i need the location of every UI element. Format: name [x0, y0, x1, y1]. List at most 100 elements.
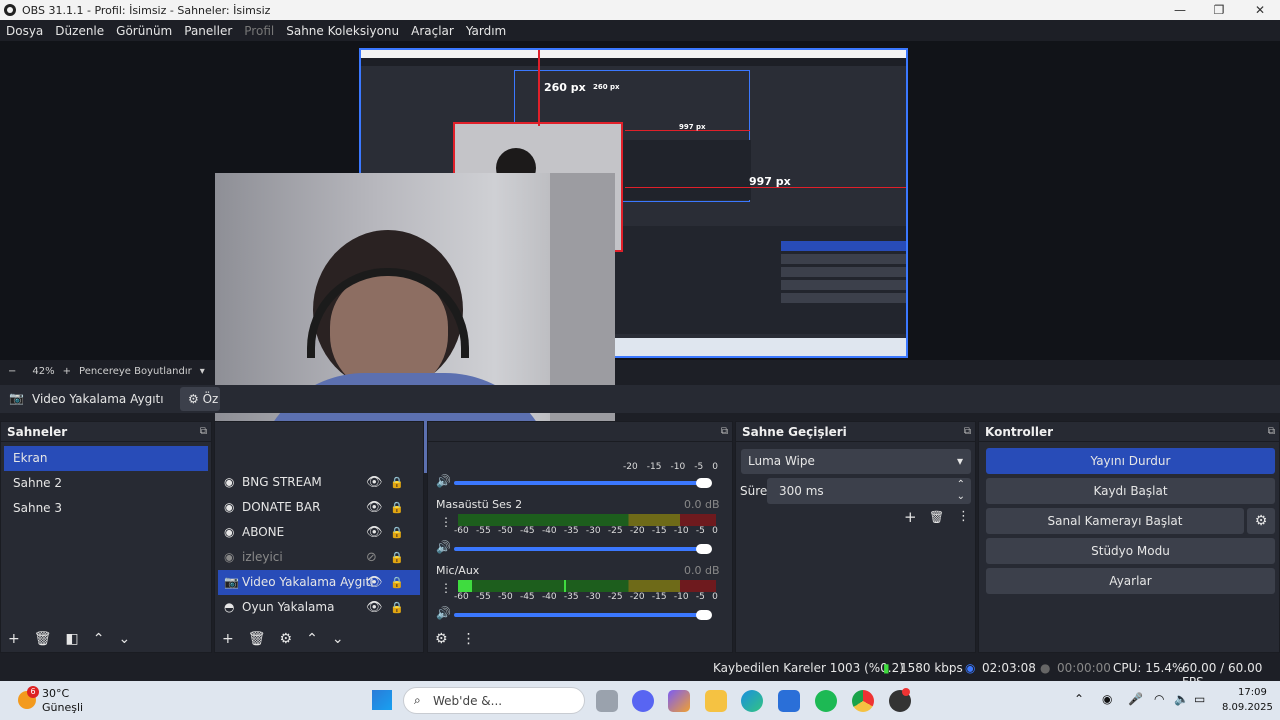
- move-down-button[interactable]: ⌄: [332, 631, 344, 647]
- mixer-title: ⧉: [428, 422, 732, 442]
- volume-icon[interactable]: 🔊: [436, 606, 451, 620]
- menu-file[interactable]: Dosya: [0, 24, 49, 38]
- chevron-up-icon[interactable]: ⌃: [1074, 692, 1084, 706]
- lock-icon[interactable]: 🔒: [390, 595, 404, 620]
- studio-mode-button[interactable]: Stüdyo Modu: [986, 538, 1275, 564]
- add-scene-button[interactable]: +: [8, 631, 20, 647]
- battery-icon[interactable]: ▭: [1194, 692, 1205, 706]
- volume-icon[interactable]: 🔊: [436, 540, 451, 554]
- slider-knob[interactable]: [696, 610, 712, 620]
- kebab-menu-icon[interactable]: ⋮: [440, 515, 452, 529]
- undock-icon[interactable]: ⧉: [200, 422, 207, 442]
- source-properties-button[interactable]: ⚙: [280, 631, 293, 647]
- source-item[interactable]: ◓ Oyun Yakalama 👁 🔒: [218, 595, 420, 620]
- maximize-button[interactable]: ❐: [1199, 0, 1239, 20]
- chrome-icon[interactable]: [852, 690, 874, 712]
- source-item[interactable]: ◉ DONATE BAR 👁 🔒: [218, 495, 420, 520]
- source-item[interactable]: ◉ ABONE 👁 🔒: [218, 520, 420, 545]
- move-up-button[interactable]: ⌃: [93, 631, 105, 647]
- discord-icon[interactable]: [632, 690, 654, 712]
- volume-slider[interactable]: [454, 544, 712, 554]
- scene-filters-button[interactable]: ◧: [66, 631, 79, 647]
- duration-input[interactable]: 300 ms ⌃ ⌄: [767, 478, 971, 504]
- scene-item[interactable]: Sahne 3: [4, 496, 208, 521]
- taskbar-search-box[interactable]: ⌕ Web'de &...: [403, 687, 585, 714]
- spotify-icon[interactable]: [815, 690, 837, 712]
- menu-scene-collection[interactable]: Sahne Koleksiyonu: [280, 24, 405, 38]
- transitions-dock: Sahne Geçişleri ⧉ Luma Wipe ▾ Süre 300 ms ⌃…: [735, 421, 976, 653]
- slider-knob[interactable]: [696, 478, 712, 488]
- weather-desc[interactable]: Güneşli: [42, 701, 83, 714]
- eye-icon[interactable]: 👁: [366, 570, 383, 595]
- lock-icon[interactable]: 🔒: [390, 470, 404, 495]
- start-virtual-camera-button[interactable]: Sanal Kamerayı Başlat: [986, 508, 1244, 534]
- wifi-icon[interactable]: ◠: [1154, 692, 1164, 706]
- slider-knob[interactable]: [696, 544, 712, 554]
- source-item[interactable]: ◉ BNG STREAM 👁 🔒: [218, 470, 420, 495]
- undock-icon[interactable]: ⧉: [964, 422, 971, 442]
- lock-icon[interactable]: 🔒: [390, 520, 404, 545]
- menu-help[interactable]: Yardım: [460, 24, 512, 38]
- copilot-icon[interactable]: [668, 690, 690, 712]
- weather-temp[interactable]: 30°C: [42, 687, 69, 700]
- eye-icon[interactable]: 👁: [366, 495, 383, 520]
- add-transition-button[interactable]: +: [904, 508, 917, 526]
- scene-item[interactable]: Ekran: [4, 446, 208, 471]
- start-recording-button[interactable]: Kaydı Başlat: [986, 478, 1275, 504]
- add-source-button[interactable]: +: [222, 631, 234, 647]
- eye-icon[interactable]: 👁: [366, 520, 383, 545]
- source-item[interactable]: 📷 Video Yakalama Aygıtı 👁 🔒: [218, 570, 420, 595]
- eye-hidden-icon[interactable]: ⊘: [366, 545, 377, 570]
- stop-streaming-button[interactable]: Yayını Durdur: [986, 448, 1275, 474]
- clock-time[interactable]: 17:09: [1238, 687, 1267, 698]
- scene-item[interactable]: Sahne 2: [4, 471, 208, 496]
- task-view-icon[interactable]: [596, 690, 618, 712]
- lock-icon[interactable]: 🔒: [390, 570, 404, 595]
- remove-source-button[interactable]: 🗑: [248, 631, 266, 647]
- advanced-audio-icon[interactable]: ⚙: [435, 631, 448, 647]
- menu-edit[interactable]: Düzenle: [49, 24, 110, 38]
- spin-down-icon[interactable]: ⌄: [957, 484, 965, 510]
- speaker-icon[interactable]: 🔈: [1174, 692, 1189, 706]
- menu-view[interactable]: Görünüm: [110, 24, 178, 38]
- remove-scene-button[interactable]: 🗑: [34, 631, 52, 647]
- kebab-menu-icon[interactable]: ⋮: [440, 581, 452, 595]
- lock-icon[interactable]: 🔒: [390, 545, 404, 570]
- windows-start-icon[interactable]: [372, 690, 392, 710]
- eye-icon[interactable]: 👁: [366, 595, 383, 620]
- properties-button[interactable]: ⚙ Öz: [180, 387, 220, 411]
- close-button[interactable]: ✕: [1240, 0, 1280, 20]
- move-down-button[interactable]: ⌄: [118, 631, 130, 647]
- edge-icon[interactable]: [741, 690, 763, 712]
- volume-slider[interactable]: [454, 610, 712, 620]
- microphone-icon[interactable]: 🎤: [1128, 692, 1143, 706]
- settings-button[interactable]: Ayarlar: [986, 568, 1275, 594]
- file-explorer-icon[interactable]: [705, 690, 727, 712]
- move-up-button[interactable]: ⌃: [306, 631, 318, 647]
- zoom-in-button[interactable]: +: [63, 366, 71, 377]
- menu-tools[interactable]: Araçlar: [405, 24, 460, 38]
- volume-slider[interactable]: [454, 478, 712, 488]
- store-icon[interactable]: [778, 690, 800, 712]
- source-item[interactable]: ◉ izleyici ⊘ 🔒: [218, 545, 420, 570]
- menu-docks[interactable]: Paneller: [178, 24, 238, 38]
- undock-icon[interactable]: ⧉: [721, 422, 728, 442]
- virtual-camera-settings-gear-icon[interactable]: ⚙: [1247, 508, 1275, 534]
- clock-date[interactable]: 8.09.2025: [1222, 702, 1273, 713]
- remove-transition-button[interactable]: 🗑: [929, 510, 944, 524]
- zoom-out-button[interactable]: −: [8, 366, 16, 377]
- kebab-menu-icon[interactable]: ⋮: [957, 509, 970, 524]
- camera-icon: 📷: [9, 391, 24, 405]
- eye-icon[interactable]: 👁: [366, 470, 383, 495]
- chevron-down-icon[interactable]: ▾: [200, 366, 205, 377]
- browser-icon: ◉: [224, 500, 235, 514]
- menu-profile[interactable]: Profil: [238, 24, 280, 38]
- minimize-button[interactable]: —: [1160, 0, 1200, 20]
- tray-app-icon[interactable]: ◉: [1102, 692, 1112, 706]
- lock-icon[interactable]: 🔒: [390, 495, 404, 520]
- undock-icon[interactable]: ⧉: [1268, 422, 1275, 442]
- transition-select[interactable]: Luma Wipe ▾: [741, 449, 971, 474]
- volume-icon[interactable]: 🔊: [436, 474, 451, 488]
- kebab-menu-icon[interactable]: ⋮: [462, 631, 476, 647]
- zoom-mode-select[interactable]: Pencereye Boyutlandır: [79, 366, 192, 377]
